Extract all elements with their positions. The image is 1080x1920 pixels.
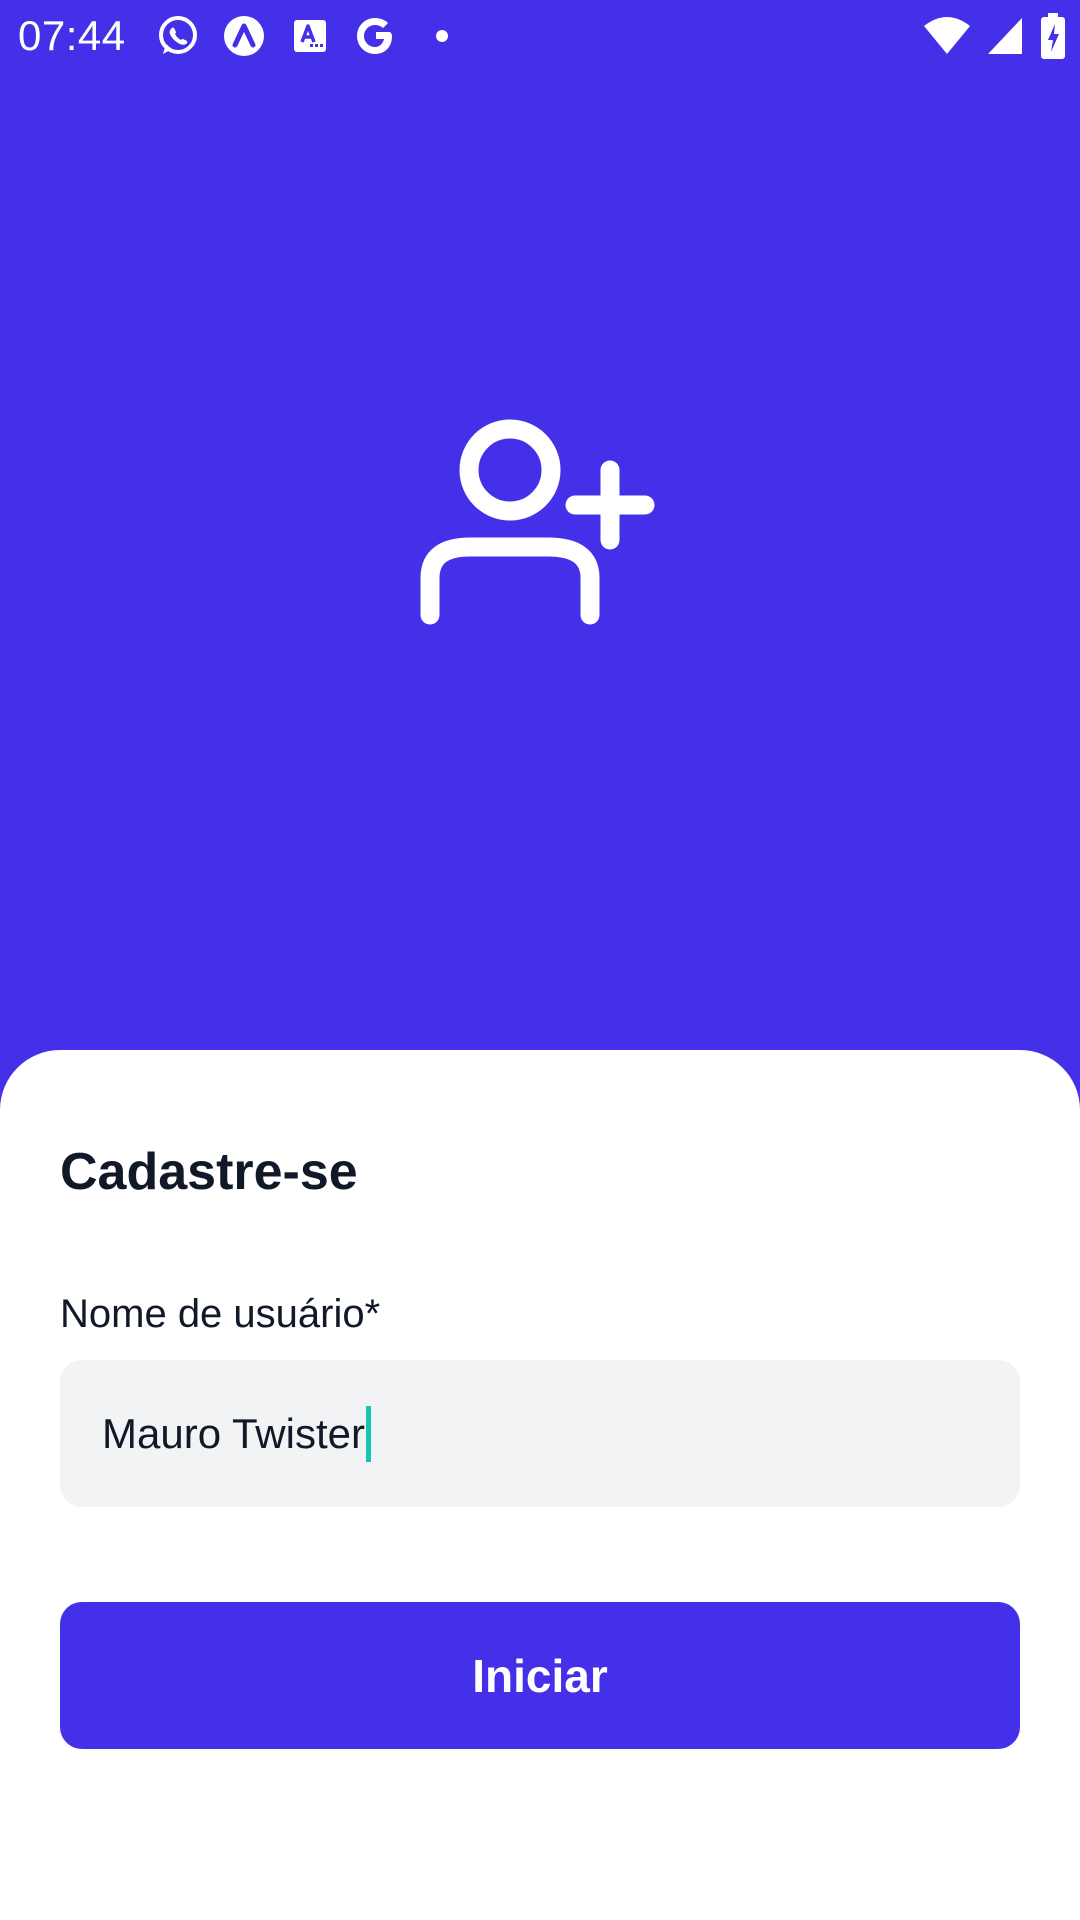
user-plus-icon (420, 410, 660, 650)
start-button[interactable]: Iniciar (60, 1602, 1020, 1749)
signal-icon (986, 14, 1026, 58)
username-label: Nome de usuário* (60, 1292, 381, 1336)
username-input[interactable]: Mauro Twister (102, 1360, 371, 1507)
username-field[interactable]: Mauro Twister (60, 1360, 1020, 1507)
signup-screen: 07:44 Cadastre-se Nome de usuário* Mauro… (0, 0, 1080, 1920)
app-icon (222, 14, 266, 58)
status-time: 07:44 (18, 12, 126, 59)
notification-icons (156, 14, 486, 58)
wifi-icon (922, 14, 972, 58)
whatsapp-icon (156, 14, 200, 58)
system-icons (908, 13, 1066, 59)
battery-charging-icon (1040, 13, 1066, 59)
dot-icon (420, 14, 464, 58)
status-bar: 07:44 (0, 0, 1080, 72)
signup-sheet: Cadastre-se Nome de usuário* Mauro Twist… (0, 1050, 1080, 1920)
username-value: Mauro Twister (102, 1409, 365, 1457)
text-caret (365, 1405, 371, 1462)
google-icon (354, 14, 398, 58)
page-title: Cadastre-se (60, 1143, 358, 1201)
translate-icon (288, 14, 332, 58)
